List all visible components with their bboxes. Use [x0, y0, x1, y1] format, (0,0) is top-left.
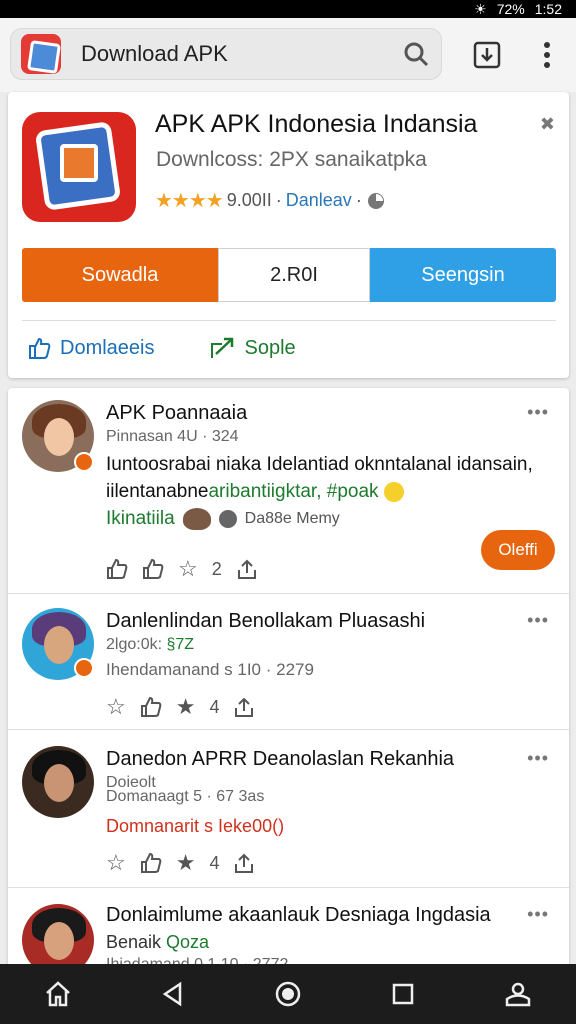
url-text: Download APK: [81, 41, 228, 66]
app-logo-icon: [22, 112, 136, 222]
share-icon: [211, 337, 234, 358]
reaction-bar: ☆ ★ 4: [106, 850, 255, 876]
feed-post: Danlenlindan Benollakam Pluasashi 2lgo:0…: [8, 594, 569, 730]
post-body-line: Iuntoosrabai niaka Idelantiad oknntalana…: [106, 454, 533, 475]
post-body-line: Ikinatiila Da88e Memy: [106, 505, 340, 532]
app-links: Domlaeeis Sople: [28, 336, 296, 360]
rating-text: 9.00II: [226, 190, 272, 210]
thumbs-up-icon[interactable]: [142, 558, 164, 580]
download-icon[interactable]: [470, 38, 504, 72]
like-link[interactable]: Domlaeeis: [28, 336, 154, 360]
more-menu-icon[interactable]: [530, 38, 564, 72]
home-icon[interactable]: [38, 974, 78, 1014]
wifi-icon: ☀: [474, 0, 487, 17]
clock: 1:52: [534, 1, 562, 17]
like-icon[interactable]: [106, 558, 128, 580]
feed: APK Poannaaia Pinnasan 4U · 324 ••• Iunt…: [8, 388, 569, 988]
site-favicon-icon: [21, 34, 61, 74]
developer-link[interactable]: Danleav: [286, 190, 352, 211]
share-link-label: Sople: [244, 336, 296, 359]
reaction-count: 2: [211, 558, 222, 579]
search-icon[interactable]: [403, 41, 429, 67]
post-meta: Domanaagt 5 · 67 3as: [106, 788, 265, 805]
reaction-bar: ☆ 2: [106, 556, 258, 582]
feed-post: APK Poannaaia Pinnasan 4U · 324 ••• Iunt…: [8, 388, 569, 594]
app-card: APK APK Indonesia Indansia Downlcoss: 2P…: [8, 92, 569, 378]
smile-emoji-icon: [383, 481, 404, 502]
post-title[interactable]: Donlaimlume akaanlauk Desniaga Ingdasia: [106, 904, 491, 927]
status-bar: ☀ 72% 1:52: [0, 0, 576, 18]
post-meta: 2lgo:0k: §7Z: [106, 636, 195, 653]
thumbs-up-icon[interactable]: [140, 852, 162, 874]
avatar[interactable]: [22, 746, 94, 818]
download-button[interactable]: Sowadla: [22, 248, 218, 302]
more-options-icon[interactable]: •••: [527, 748, 549, 769]
recents-icon[interactable]: [383, 974, 423, 1014]
reaction-count: 4: [209, 852, 220, 873]
system-nav-bar: [0, 964, 576, 1024]
secondary-button[interactable]: Seengsin: [370, 248, 556, 302]
star-outline-icon[interactable]: ☆: [106, 694, 126, 720]
rating-stars-icon: ★★★★: [155, 190, 224, 212]
address-bar[interactable]: Download APK: [10, 28, 442, 80]
browser-toolbar: Download APK: [0, 18, 576, 92]
post-title[interactable]: Danlenlindan Benollakam Pluasashi: [106, 610, 425, 633]
version-button[interactable]: 2.R0I: [218, 248, 370, 302]
info-icon[interactable]: [366, 191, 386, 211]
highlight-text[interactable]: Domnanarit s Ieke00(): [106, 816, 284, 837]
feed-post: Danedon APRR Deanolaslan Rekanhia Doieol…: [8, 730, 569, 888]
mention-text: Da88e Memy: [244, 510, 340, 527]
more-options-icon[interactable]: •••: [527, 904, 549, 925]
more-options-icon[interactable]: •••: [527, 402, 549, 423]
post-meta: Pinnasan 4U · 324: [106, 428, 239, 445]
close-icon[interactable]: ✖: [540, 114, 555, 135]
status-badge: [74, 658, 94, 678]
action-pill-button[interactable]: Oleffi: [481, 530, 555, 570]
bird-emoji-icon: [182, 507, 211, 530]
star-icon[interactable]: ★: [176, 850, 196, 876]
reaction-count: 4: [209, 696, 220, 717]
star-icon[interactable]: ★: [176, 694, 196, 720]
share-icon[interactable]: [233, 696, 255, 718]
post-meta: Ihendamanand s 1I0 · 2279: [106, 660, 314, 679]
more-options-icon[interactable]: •••: [527, 610, 549, 631]
post-meta: Benaik Qoza: [106, 932, 210, 952]
star-outline-icon[interactable]: ☆: [106, 850, 126, 876]
back-icon[interactable]: [153, 974, 193, 1014]
like-link-label: Domlaeeis: [60, 336, 155, 359]
share-icon[interactable]: [236, 558, 258, 580]
star-icon[interactable]: ☆: [178, 556, 198, 582]
share-icon[interactable]: [233, 852, 255, 874]
share-link[interactable]: Sople: [210, 336, 296, 360]
battery-text: 72%: [496, 1, 525, 17]
divider: [22, 320, 556, 321]
home-circle-icon[interactable]: [268, 974, 308, 1014]
action-buttons: Sowadla 2.R0I Seengsin: [22, 248, 556, 302]
status-badge: [74, 452, 94, 472]
post-title[interactable]: APK Poannaaia: [106, 402, 247, 425]
account-icon[interactable]: [498, 974, 538, 1014]
app-subtitle: Downlcoss: 2PX sanaikatpka: [156, 148, 427, 171]
thumbs-up-icon[interactable]: [140, 696, 162, 718]
post-title[interactable]: Danedon APRR Deanolaslan Rekanhia: [106, 748, 454, 771]
app-meta: ★★★★ 9.00II · Danleav ·: [155, 188, 386, 213]
thumbs-up-icon: [29, 337, 51, 359]
people-icon: [218, 509, 237, 528]
app-title: APK APK Indonesia Indansia: [155, 110, 478, 138]
post-body-line: iilentanabnearibantiigktar, #poak: [106, 478, 404, 505]
reaction-bar: ☆ ★ 4: [106, 694, 255, 720]
